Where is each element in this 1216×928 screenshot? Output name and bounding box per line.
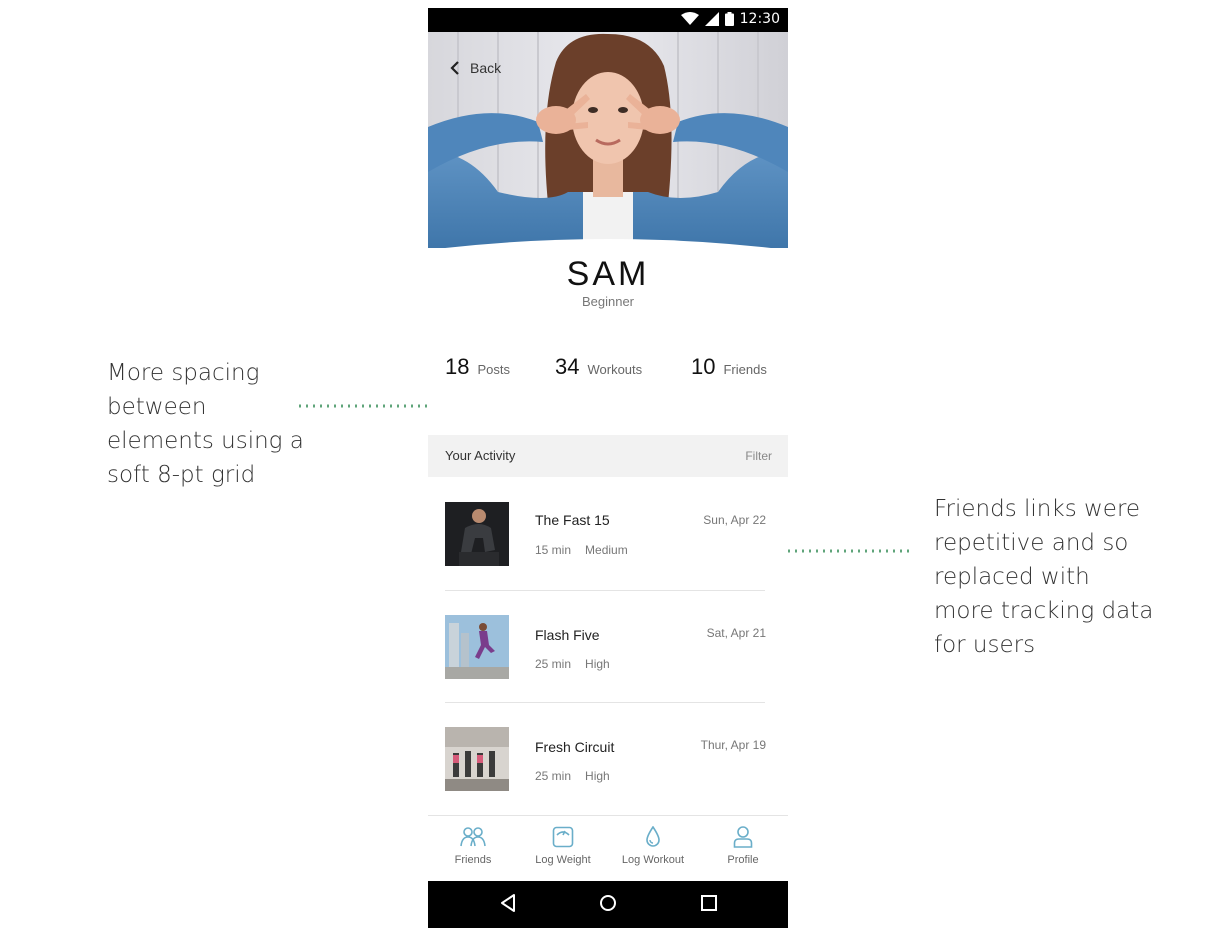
home-circle-icon[interactable] xyxy=(598,893,618,913)
activity-item[interactable]: Fresh Circuit 25 min High Thur, Apr 19 xyxy=(428,703,788,803)
activity-title: The Fast 15 xyxy=(535,512,610,528)
profile-name: SAM xyxy=(566,255,650,293)
nav-log-weight[interactable]: Log Weight xyxy=(518,826,608,868)
status-bar: 12:30 xyxy=(428,8,788,32)
back-button[interactable]: Back xyxy=(450,60,501,76)
hero-curve xyxy=(445,239,771,248)
activity-date: Thur, Apr 19 xyxy=(700,738,766,752)
stat-label: Friends xyxy=(723,362,767,377)
stat-label: Workouts xyxy=(587,362,643,377)
stats-row: 18 Posts 34 Workouts 10 Friends xyxy=(428,354,788,386)
nav-label: Profile xyxy=(727,854,759,866)
phone-screen: 12:30 Back SAM Beginner 18 Posts 34 Work… xyxy=(428,8,788,928)
wifi-icon xyxy=(680,12,699,25)
filter-button[interactable]: Filter xyxy=(745,449,772,463)
activity-meta: 25 min High xyxy=(535,657,610,671)
stat-label: Posts xyxy=(477,362,510,377)
stat-value: 10 xyxy=(691,354,716,379)
signal-icon xyxy=(704,12,719,26)
activity-meta: 25 min High xyxy=(535,769,610,783)
recents-square-icon[interactable] xyxy=(700,893,718,913)
nav-profile[interactable]: Profile xyxy=(698,826,788,868)
activity-item[interactable]: The Fast 15 15 min Medium Sun, Apr 22 xyxy=(428,478,788,578)
nav-label: Friends xyxy=(454,854,492,866)
status-time: 12:30 xyxy=(739,11,780,27)
chevron-left-icon xyxy=(450,61,459,75)
activity-thumbnail xyxy=(445,502,509,566)
scale-icon xyxy=(552,826,574,848)
nav-label: Log Workout xyxy=(621,854,685,866)
workout-photo-icon xyxy=(445,615,509,679)
profile-hero: Back xyxy=(428,32,788,248)
activity-duration: 25 min xyxy=(535,769,572,783)
activity-thumbnail xyxy=(445,727,509,791)
activity-intensity: High xyxy=(585,769,610,783)
nav-log-workout[interactable]: Log Workout xyxy=(608,826,698,868)
nav-friends[interactable]: Friends xyxy=(428,826,518,868)
system-nav-bar xyxy=(428,881,788,928)
bottom-nav: Friends Log Weight Log Workout Profile xyxy=(428,815,788,882)
stat-value: 34 xyxy=(555,354,580,379)
back-label: Back xyxy=(470,60,502,76)
stat-workouts[interactable]: 34 Workouts xyxy=(555,354,642,380)
water-drop-icon xyxy=(646,826,660,847)
activity-header: Your Activity Filter xyxy=(428,435,788,477)
activity-intensity: Medium xyxy=(585,543,628,557)
profile-icon xyxy=(733,826,753,848)
activity-thumbnail xyxy=(445,615,509,679)
activity-intensity: High xyxy=(585,657,610,671)
battery-icon xyxy=(724,12,734,26)
activity-date: Sun, Apr 22 xyxy=(703,513,766,527)
profile-level: Beginner xyxy=(581,294,635,309)
activity-meta: 15 min Medium xyxy=(535,543,628,557)
back-triangle-icon[interactable] xyxy=(499,893,517,913)
activity-title: Your Activity xyxy=(445,448,516,463)
annotation-left: More spacing between elements using a so… xyxy=(107,360,304,488)
activity-title: Fresh Circuit xyxy=(535,739,615,755)
friends-icon xyxy=(460,827,486,847)
workout-photo-icon xyxy=(445,502,509,566)
activity-duration: 15 min xyxy=(535,543,572,557)
activity-duration: 25 min xyxy=(535,657,572,671)
canvas: More spacing between elements using a so… xyxy=(0,0,1216,928)
activity-title: Flash Five xyxy=(535,627,600,643)
stat-value: 18 xyxy=(445,354,470,379)
activity-item[interactable]: Flash Five 25 min High Sat, Apr 21 xyxy=(428,591,788,691)
activity-date: Sat, Apr 21 xyxy=(706,626,766,640)
stat-friends[interactable]: 10 Friends xyxy=(691,354,767,380)
nav-label: Log Weight xyxy=(535,854,591,866)
stat-posts[interactable]: 18 Posts xyxy=(445,354,510,380)
workout-photo-icon xyxy=(445,727,509,791)
annotation-right: Friends links were repetitive and so rep… xyxy=(934,496,1154,658)
